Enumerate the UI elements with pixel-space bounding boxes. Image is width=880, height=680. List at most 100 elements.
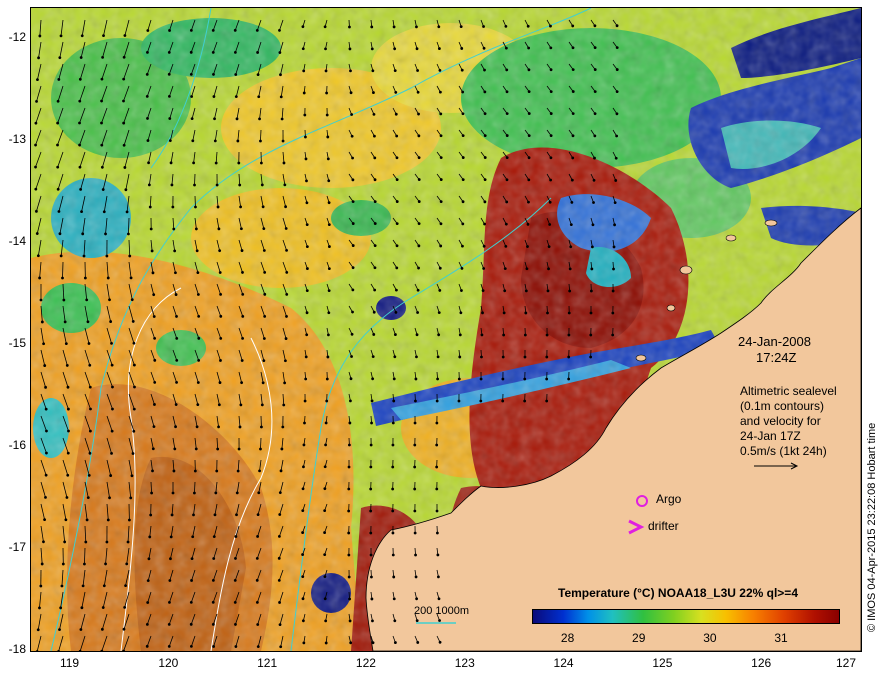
velocity-arrow-head	[100, 627, 104, 631]
velocity-arrow-head	[416, 641, 420, 644]
velocity-arrow-head	[58, 628, 61, 632]
velocity-arrow-head	[545, 399, 549, 403]
velocity-arrow-head	[284, 359, 287, 363]
velocity-arrow-head	[147, 161, 150, 165]
velocity-arrow-head	[233, 28, 237, 32]
velocity-arrow-head	[57, 78, 61, 81]
velocity-arrow-head	[197, 336, 201, 340]
velocity-arrow-head	[326, 355, 330, 359]
velocity-arrow-head	[170, 183, 174, 187]
velocity-arrow-head	[589, 289, 593, 293]
velocity-arrow-head	[215, 183, 219, 187]
velocity-arrow	[260, 437, 262, 450]
velocity-arrow-head	[38, 606, 41, 610]
velocity-arrow-head	[56, 187, 60, 191]
velocity-arrow-head	[262, 227, 266, 231]
velocity-arrow-head	[238, 425, 242, 429]
velocity-arrow-head	[395, 156, 399, 160]
velocity-arrow-head	[260, 183, 264, 187]
velocity-arrow-head	[189, 622, 193, 626]
velocity-arrow-head	[371, 355, 375, 359]
velocity-arrow-head	[63, 540, 67, 544]
velocity-arrow-head	[56, 121, 60, 125]
velocity-arrow-head	[415, 597, 419, 601]
drifter-label: drifter	[648, 519, 679, 533]
velocity-arrow-head	[351, 156, 354, 160]
velocity-arrow-head	[285, 315, 288, 318]
velocity-arrow-head	[263, 292, 267, 296]
velocity-arrow-head	[369, 509, 373, 513]
velocity-arrow-head	[151, 469, 154, 473]
velocity-arrow-head	[100, 143, 104, 147]
velocity-arrow-head	[285, 249, 288, 252]
velocity-arrow-head	[413, 487, 417, 491]
velocity-arrow-head	[211, 600, 215, 604]
velocity-arrow-head	[170, 513, 174, 517]
velocity-arrow-head	[238, 183, 242, 187]
velocity-arrow-head	[327, 245, 331, 248]
velocity-arrow-head	[102, 210, 106, 214]
velocity-arrow-head	[527, 90, 531, 94]
velocity-arrow-head	[175, 315, 178, 318]
velocity-arrow-head	[122, 627, 126, 631]
velocity-arrow-head	[416, 311, 419, 314]
velocity-arrow-head	[237, 161, 241, 165]
velocity-arrow-head	[153, 336, 157, 340]
velocity-arrow-head	[348, 597, 351, 601]
velocity-arrow-head	[439, 244, 443, 248]
velocity-arrow-head	[394, 288, 398, 292]
velocity-arrow-head	[45, 451, 48, 455]
velocity-arrow-head	[81, 584, 85, 588]
velocity-arrow-head	[548, 223, 552, 226]
velocity-arrow-head	[414, 399, 417, 403]
velocity-arrow-head	[373, 288, 377, 292]
velocity-arrow-head	[391, 531, 395, 535]
velocity-arrow-head	[324, 69, 328, 73]
velocity-arrow-head	[593, 156, 596, 160]
velocity-arrow-head	[149, 513, 153, 517]
velocity-arrow-head	[305, 267, 309, 270]
velocity-arrow-head	[305, 311, 309, 315]
velocity-arrow-head	[109, 474, 113, 477]
velocity-arrow-head	[40, 320, 44, 324]
velocity-arrow-head	[256, 513, 260, 517]
velocity-arrow-head	[256, 535, 259, 538]
velocity-arrow-head	[439, 222, 443, 226]
velocity-arrow-head	[241, 292, 245, 296]
velocity-arrow-head	[413, 465, 417, 469]
velocity-arrow-head	[35, 232, 39, 235]
velocity-arrow-head	[393, 641, 397, 644]
velocity-arrow-head	[395, 222, 399, 226]
velocity-arrow-head	[438, 266, 442, 270]
velocity-arrow-head	[82, 254, 86, 258]
velocity-arrow-head	[78, 77, 82, 81]
velocity-arrow-head	[211, 622, 215, 626]
velocity-arrow-head	[62, 298, 66, 302]
velocity-arrow-head	[323, 487, 327, 491]
velocity-arrow-head	[324, 47, 327, 51]
velocity-arrow-head	[303, 113, 307, 117]
velocity-arrow-head	[192, 161, 196, 165]
velocity-arrow-head	[437, 311, 441, 315]
velocity-arrow-head	[66, 407, 70, 411]
velocity-arrow-head	[438, 619, 441, 622]
velocity-arrow-head	[438, 640, 442, 644]
velocity-arrow-head	[525, 267, 529, 271]
velocity-arrow-head	[526, 24, 530, 28]
velocity-arrow-head	[122, 77, 126, 81]
velocity-arrow-head	[304, 157, 308, 161]
sst-map[interactable]	[31, 8, 861, 651]
velocity-arrow-head	[480, 333, 484, 337]
velocity-arrow-head	[168, 601, 171, 604]
velocity-arrow-head	[371, 69, 375, 73]
velocity-arrow-head	[278, 601, 281, 604]
velocity-arrow-head	[284, 227, 288, 230]
velocity-arrow-head	[392, 597, 396, 601]
velocity-arrow-head	[351, 200, 355, 204]
velocity-arrow-head	[106, 518, 110, 522]
velocity-arrow-head	[130, 298, 134, 302]
velocity-arrow-head	[150, 491, 154, 495]
colorbar-tick-label: 29	[632, 631, 646, 645]
velocity-arrow-head	[482, 244, 486, 248]
velocity-arrow-head	[479, 377, 483, 381]
